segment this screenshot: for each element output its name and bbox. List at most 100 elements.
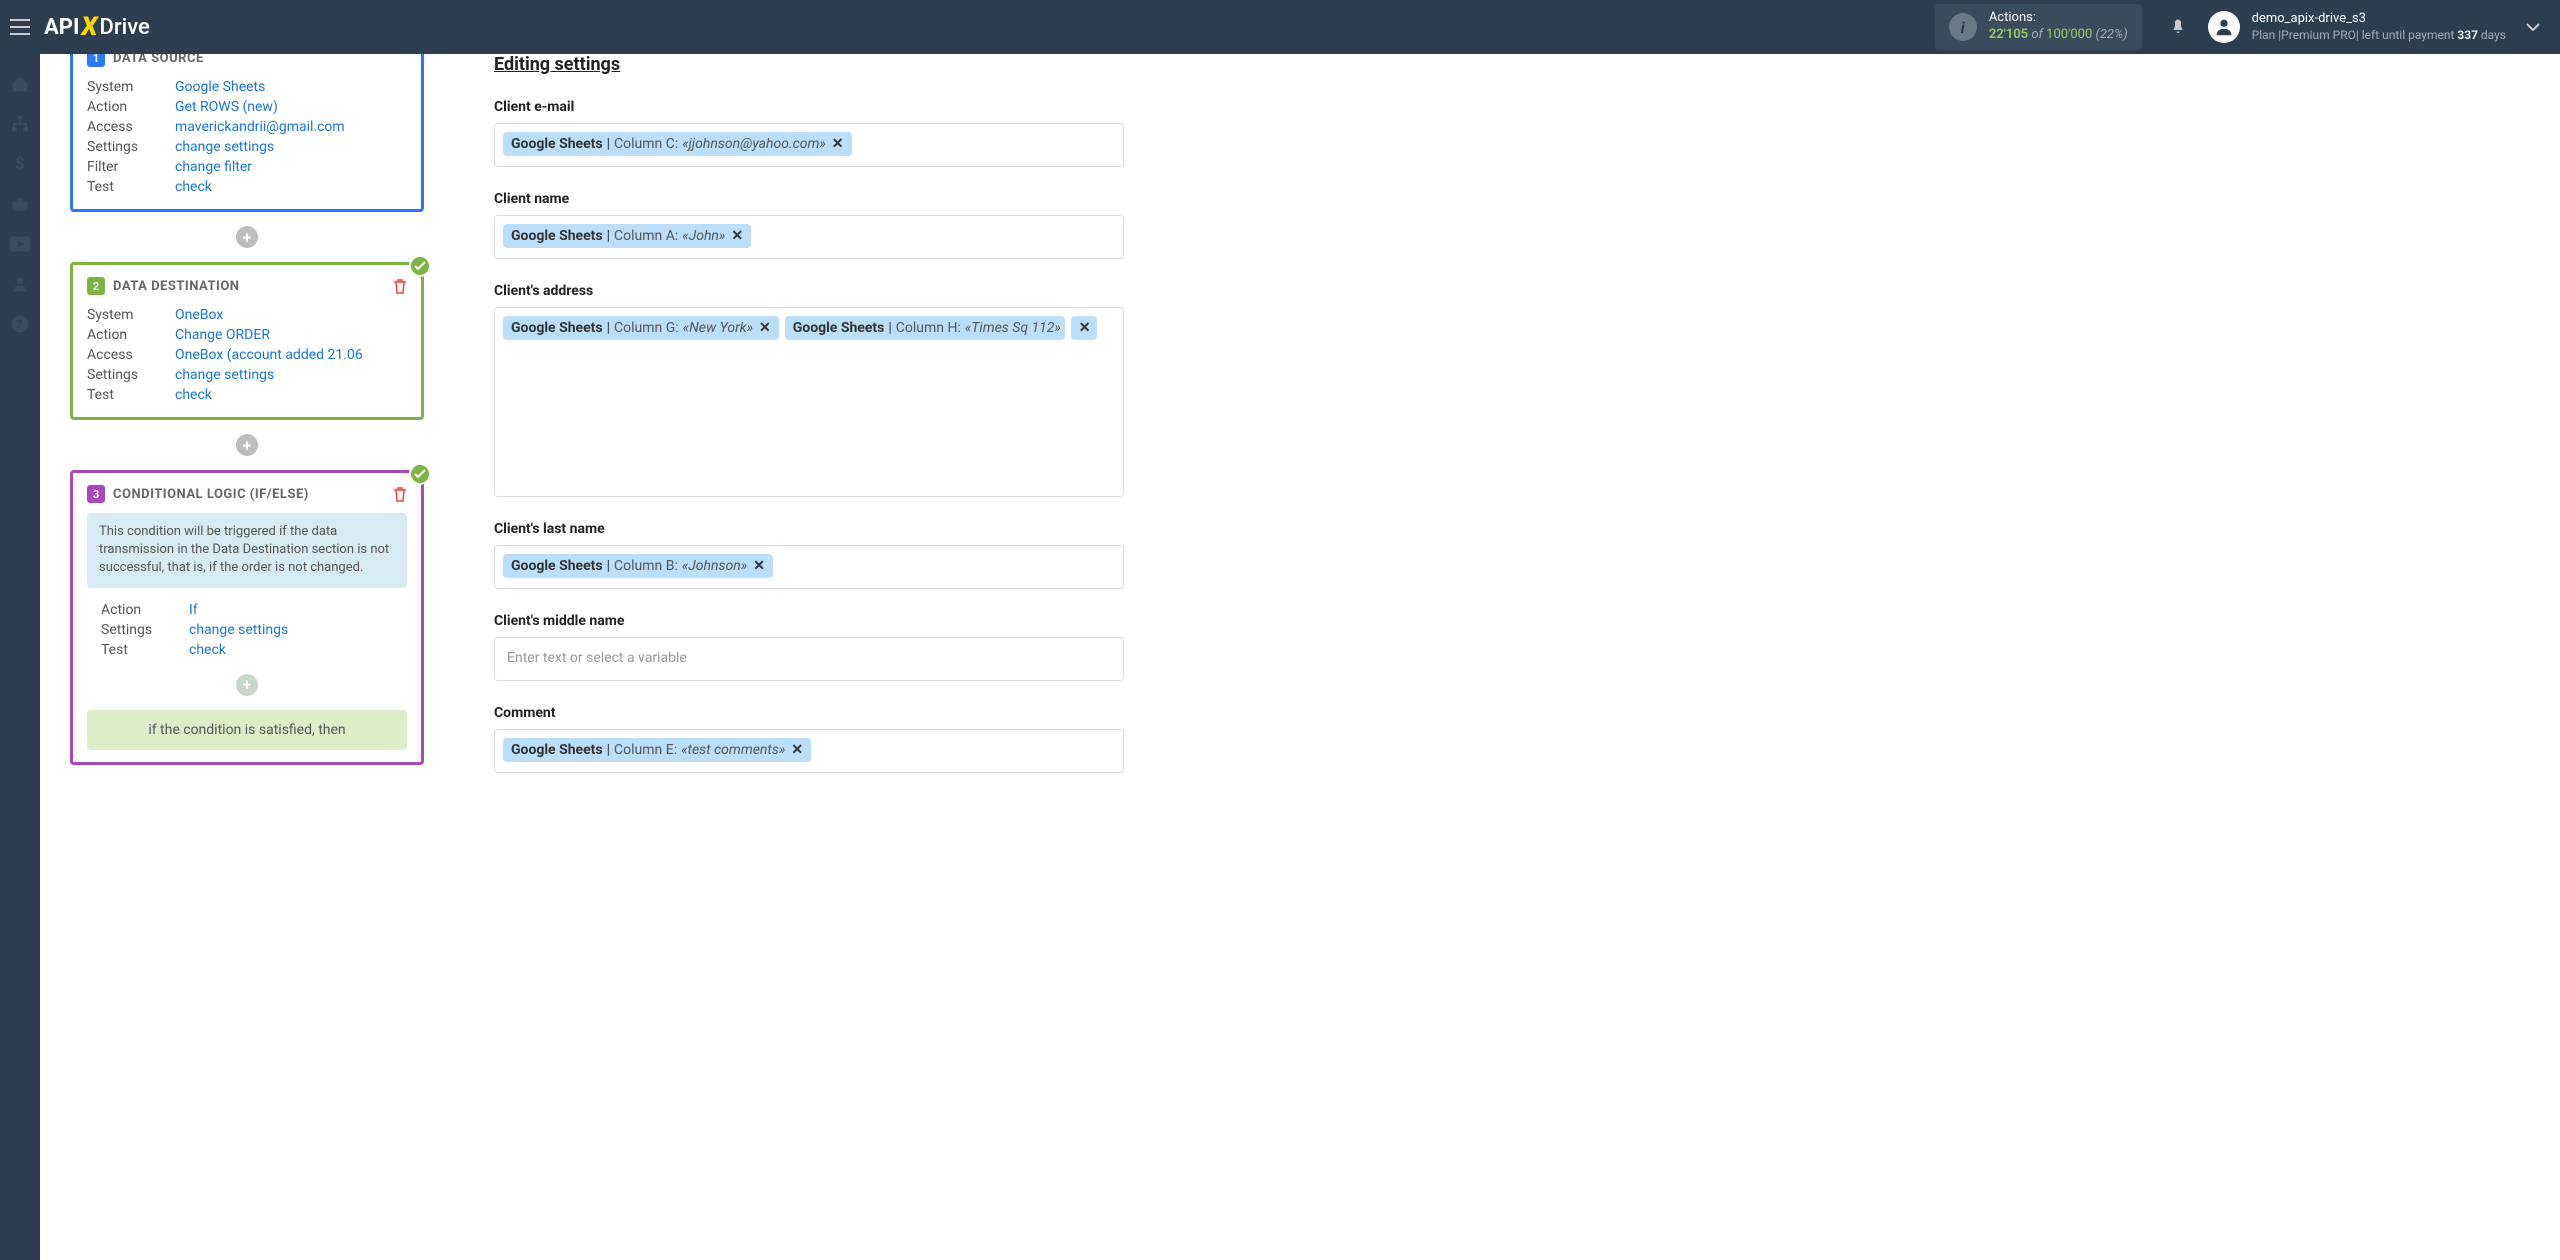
field-comment[interactable]: Google Sheets | Column E: «test comments… <box>494 729 1124 773</box>
check-badge <box>409 463 431 485</box>
remove-tag-button[interactable]: ✕ <box>759 320 771 336</box>
chevron-down-icon <box>2526 23 2540 31</box>
step-number: 2 <box>87 277 105 295</box>
field-label-email: Client e-mail <box>494 99 1124 115</box>
remove-tag-button[interactable]: ✕ <box>832 136 844 152</box>
nav-billing[interactable]: $ <box>0 144 40 184</box>
variable-tag[interactable]: Google Sheets | Column A: «John» ✕ <box>503 224 751 248</box>
logo-x: X <box>81 12 97 42</box>
sitemap-icon <box>10 114 30 134</box>
cond-test-link[interactable]: check <box>189 642 407 658</box>
field-email[interactable]: Google Sheets | Column C: «jjohnson@yaho… <box>494 123 1124 167</box>
field-lastname[interactable]: Google Sheets | Column B: «Johnson» ✕ <box>494 545 1124 589</box>
step-number: 1 <box>87 54 105 67</box>
source-action-link[interactable]: Get ROWS (new) <box>175 99 407 115</box>
section-title: Editing settings <box>494 54 1124 75</box>
delete-step-button[interactable] <box>393 278 407 294</box>
condition-info: This condition will be triggered if the … <box>87 513 407 588</box>
briefcase-icon <box>10 194 30 214</box>
actions-label: Actions: <box>1989 10 2128 27</box>
hamburger-menu[interactable] <box>0 7 40 47</box>
add-condition-button[interactable]: + <box>236 674 258 696</box>
condition-satisfied-box[interactable]: if the condition is satisfied, then <box>87 710 407 750</box>
cond-action-link[interactable]: If <box>189 602 407 618</box>
svg-text:?: ? <box>17 317 23 331</box>
remove-tag-button[interactable]: ✕ <box>731 228 743 244</box>
card-title: DATA DESTINATION <box>113 279 239 294</box>
trash-icon <box>393 486 407 502</box>
actions-pct: (22%) <box>2096 27 2128 42</box>
placeholder-text: Enter text or select a variable <box>503 646 691 670</box>
check-badge <box>409 255 431 277</box>
add-step-button[interactable]: + <box>236 434 258 456</box>
logo-api: API <box>44 15 79 40</box>
user-menu[interactable]: demo_apix-drive_s3 Plan |Premium PRO| le… <box>2208 11 2506 43</box>
user-icon <box>2213 16 2235 38</box>
nav-home[interactable] <box>0 64 40 104</box>
nav-account[interactable] <box>0 264 40 304</box>
nav-help[interactable]: ? <box>0 304 40 344</box>
actions-counter[interactable]: i Actions: 22'105 of 100'000 (22%) <box>1935 4 2142 50</box>
logo-drive: Drive <box>100 15 150 40</box>
user-icon <box>10 274 30 294</box>
variable-tag[interactable]: Google Sheets | Column G: «New York» ✕ <box>503 316 779 340</box>
source-test-link[interactable]: check <box>175 179 407 195</box>
field-address[interactable]: Google Sheets | Column G: «New York» ✕ G… <box>494 307 1124 497</box>
user-info: demo_apix-drive_s3 Plan |Premium PRO| le… <box>2252 11 2506 43</box>
user-dropdown-toggle[interactable] <box>2526 23 2540 31</box>
variable-tag[interactable]: Google Sheets | Column C: «jjohnson@yaho… <box>503 132 852 156</box>
card-title: DATA SOURCE <box>113 54 204 66</box>
variable-tag-close[interactable]: ✕ <box>1071 316 1097 340</box>
check-icon <box>414 469 426 479</box>
nav-youtube[interactable] <box>0 224 40 264</box>
actions-count: 22'105 <box>1989 27 2028 42</box>
field-name[interactable]: Google Sheets | Column A: «John» ✕ <box>494 215 1124 259</box>
source-access-link[interactable]: maverickandrii@gmail.com <box>175 119 407 135</box>
top-header: APIXDrive i Actions: 22'105 of 100'000 (… <box>0 0 2560 54</box>
variable-tag[interactable]: Google Sheets | Column B: «Johnson» ✕ <box>503 554 773 578</box>
field-middlename[interactable]: Enter text or select a variable <box>494 637 1124 681</box>
user-plan: Plan |Premium PRO| left until payment 33… <box>2252 28 2506 44</box>
dollar-icon: $ <box>10 154 30 174</box>
source-settings-link[interactable]: change settings <box>175 139 407 155</box>
question-icon: ? <box>10 314 30 334</box>
check-icon <box>414 261 426 271</box>
step-number: 3 <box>87 485 105 503</box>
card-conditional-logic[interactable]: 3 CONDITIONAL LOGIC (IF/ELSE) This condi… <box>70 470 424 765</box>
card-data-destination[interactable]: 2 DATA DESTINATION SystemOneBox ActionCh… <box>70 262 424 420</box>
field-label-lastname: Client's last name <box>494 521 1124 537</box>
dest-action-link[interactable]: Change ORDER <box>175 327 407 343</box>
remove-tag-button[interactable]: ✕ <box>1079 320 1091 336</box>
dest-settings-link[interactable]: change settings <box>175 367 407 383</box>
dest-access-link[interactable]: OneBox (account added 21.06 <box>175 347 407 363</box>
field-label-address: Client's address <box>494 283 1124 299</box>
card-data-source[interactable]: 1 DATA SOURCE SystemGoogle Sheets Action… <box>70 54 424 212</box>
dest-test-link[interactable]: check <box>175 387 407 403</box>
hamburger-icon <box>10 19 30 35</box>
avatar <box>2208 11 2240 43</box>
field-label-middlename: Client's middle name <box>494 613 1124 629</box>
card-title: CONDITIONAL LOGIC (IF/ELSE) <box>113 487 309 502</box>
delete-step-button[interactable] <box>393 486 407 502</box>
add-step-button[interactable]: + <box>236 226 258 248</box>
user-name: demo_apix-drive_s3 <box>2252 11 2506 28</box>
logo[interactable]: APIXDrive <box>44 12 150 42</box>
remove-tag-button[interactable]: ✕ <box>791 742 803 758</box>
nav-connections[interactable] <box>0 104 40 144</box>
workflow-panel: 1 DATA SOURCE SystemGoogle Sheets Action… <box>70 54 424 1260</box>
notifications-button[interactable] <box>2160 17 2196 37</box>
source-system-link[interactable]: Google Sheets <box>175 79 407 95</box>
variable-tag[interactable]: Google Sheets | Column H: «Times Sq 112» <box>785 316 1065 340</box>
variable-tag[interactable]: Google Sheets | Column E: «test comments… <box>503 738 811 762</box>
youtube-icon <box>10 236 30 252</box>
cond-settings-link[interactable]: change settings <box>189 622 407 638</box>
dest-system-link[interactable]: OneBox <box>175 307 407 323</box>
settings-panel: Editing settings Client e-mail Google Sh… <box>424 54 1124 1260</box>
field-label-comment: Comment <box>494 705 1124 721</box>
source-filter-link[interactable]: change filter <box>175 159 407 175</box>
bell-icon <box>2169 17 2187 37</box>
remove-tag-button[interactable]: ✕ <box>753 558 765 574</box>
nav-briefcase[interactable] <box>0 184 40 224</box>
home-icon <box>10 74 30 94</box>
left-nav: $ ? <box>0 54 40 1260</box>
